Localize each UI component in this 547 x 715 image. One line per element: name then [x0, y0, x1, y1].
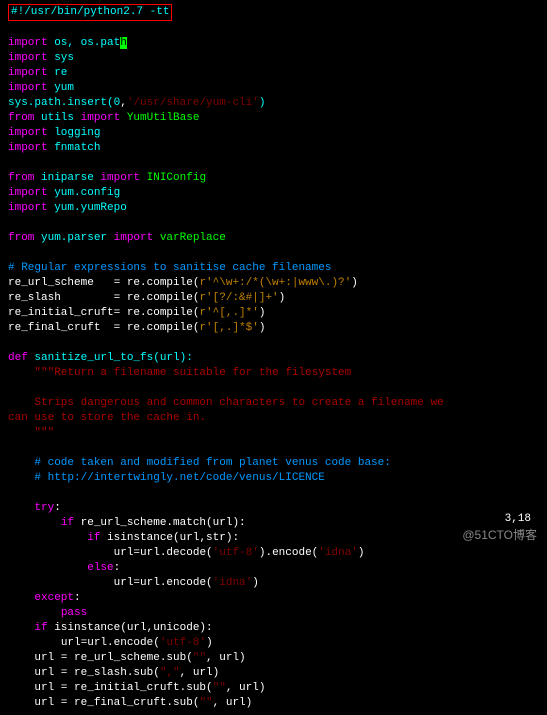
code-block: #!/usr/bin/python2.7 -tt import os, os.p… [0, 0, 547, 715]
cursor-position: 3,18 [505, 512, 531, 527]
watermark: @51CTO博客 [462, 528, 537, 543]
shebang-box: #!/usr/bin/python2.7 -tt [8, 4, 172, 21]
